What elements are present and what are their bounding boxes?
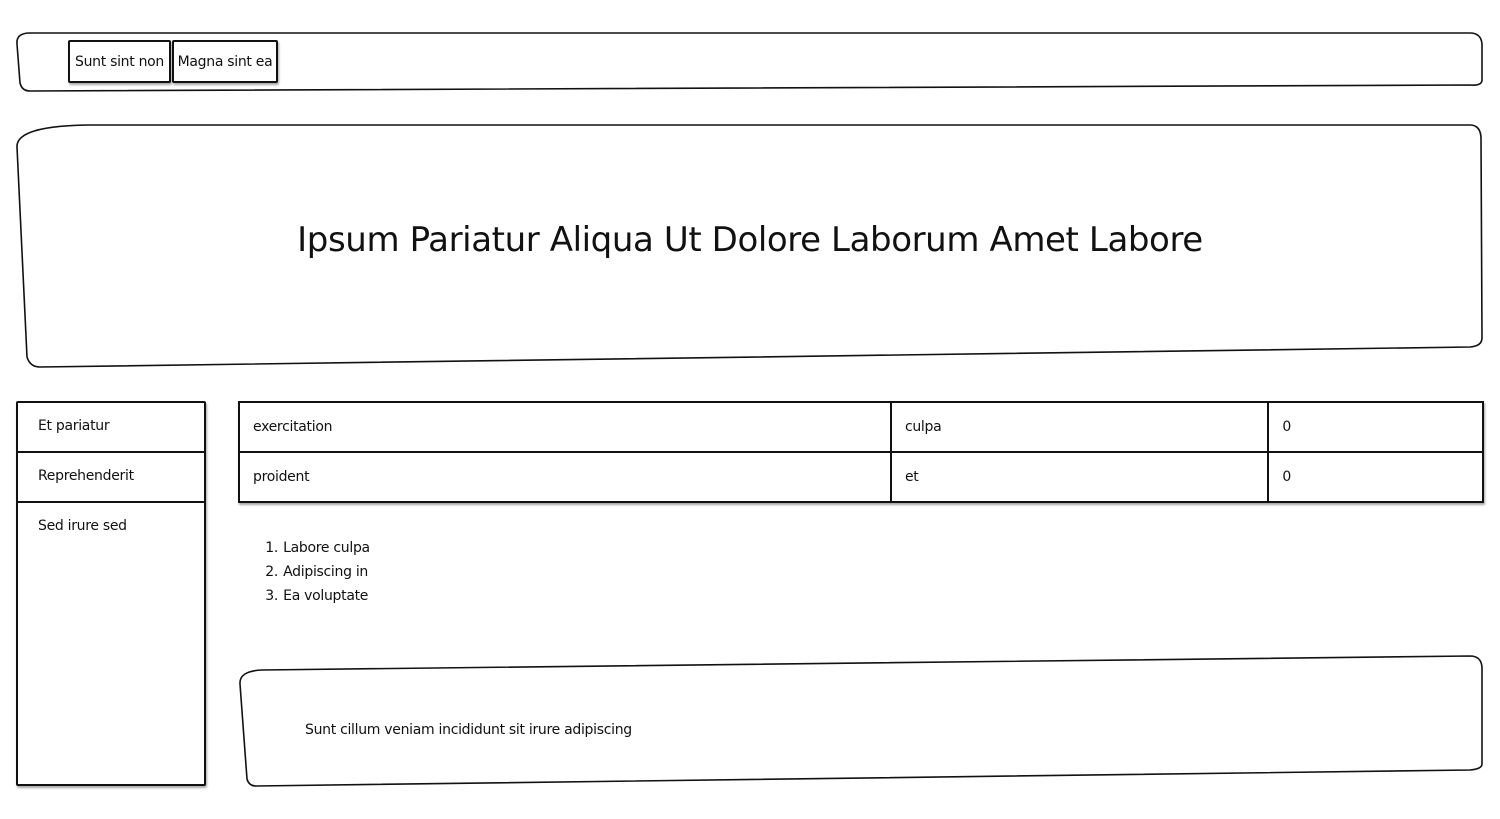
sidebar-item-label: Et pariatur <box>38 418 110 434</box>
list-item-number: 2. <box>265 564 278 580</box>
table-row: proident et 0 <box>238 451 1484 503</box>
list-item-text: Adipiscing in <box>283 564 368 580</box>
table-row: exercitation culpa 0 <box>238 401 1484 453</box>
list-item-text: Ea voluptate <box>283 588 369 604</box>
table-cell: et <box>889 451 1270 503</box>
nav-tab-label: Magna sint ea <box>177 53 273 70</box>
list-item: 1. Labore culpa <box>262 536 370 560</box>
list-item-number: 1. <box>265 540 278 556</box>
sidebar-item-et-pariatur[interactable]: Et pariatur <box>18 403 204 453</box>
table-cell: 0 <box>1267 451 1484 503</box>
table-cell: culpa <box>889 401 1270 453</box>
nav-tab-sunt-sint-non[interactable]: Sunt sint non <box>68 40 171 83</box>
nav-tab-magna-sint-ea[interactable]: Magna sint ea <box>172 40 278 83</box>
sidebar-item-reprehenderit[interactable]: Reprehenderit <box>18 453 204 503</box>
sidebar-item-label: Reprehenderit <box>38 468 134 484</box>
footer-note-text: Sunt cillum veniam incididunt sit irure … <box>305 722 632 738</box>
table-cell: exercitation <box>238 401 892 453</box>
top-nav: Sunt sint non Magna sint ea <box>68 40 278 83</box>
list-item: 2. Adipiscing in <box>262 560 370 584</box>
sidebar-item-label: Sed irure sed <box>38 518 127 534</box>
sidebar-item-sed-irure-sed[interactable]: Sed irure sed <box>18 503 204 553</box>
list-item: 3. Ea voluptate <box>262 584 370 608</box>
data-table: exercitation culpa 0 proident et 0 <box>238 401 1484 503</box>
nav-tab-label: Sunt sint non <box>75 53 164 70</box>
footer-note-outline <box>239 655 1483 787</box>
table-cell: 0 <box>1267 401 1484 453</box>
table-cell: proident <box>238 451 892 503</box>
ordered-list: 1. Labore culpa 2. Adipiscing in 3. Ea v… <box>262 536 370 608</box>
list-item-number: 3. <box>265 588 278 604</box>
sidebar: Et pariatur Reprehenderit Sed irure sed <box>16 401 206 786</box>
list-item-text: Labore culpa <box>283 540 370 556</box>
page-title: Ipsum Pariatur Aliqua Ut Dolore Laborum … <box>297 220 1203 260</box>
